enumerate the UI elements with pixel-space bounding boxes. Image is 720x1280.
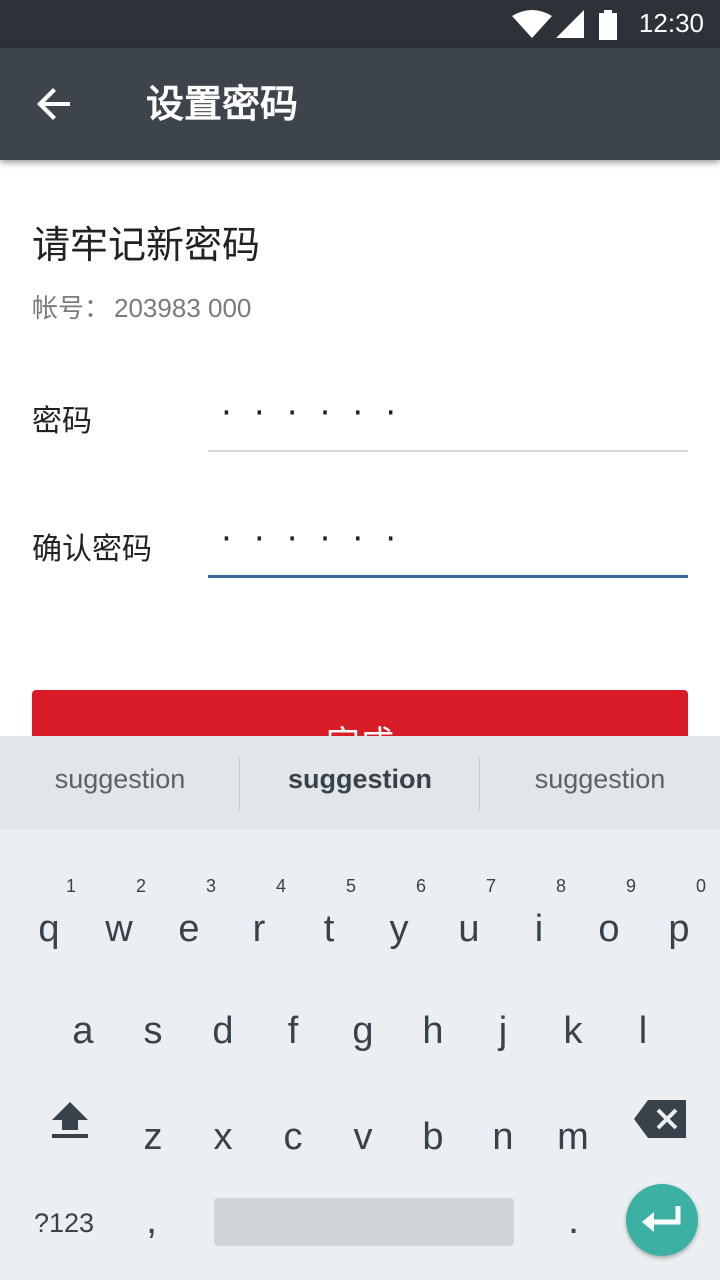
- key-d[interactable]: d: [188, 976, 258, 1072]
- arrow-left-icon[interactable]: [30, 80, 78, 128]
- key-label: b: [422, 1116, 444, 1158]
- key-e[interactable]: 3e: [154, 872, 224, 968]
- key-h[interactable]: h: [398, 976, 468, 1072]
- key-u[interactable]: 7u: [434, 872, 504, 968]
- key-label: p: [668, 908, 690, 950]
- suggestion-left[interactable]: suggestion: [0, 764, 240, 795]
- status-bar: 12:30: [0, 0, 720, 48]
- soft-keyboard: suggestion suggestion suggestion 1q2w3e4…: [0, 736, 720, 1280]
- key-o[interactable]: 9o: [574, 872, 644, 968]
- key-k[interactable]: k: [538, 976, 608, 1072]
- enter-button[interactable]: [626, 1184, 698, 1256]
- key-label: o: [598, 908, 620, 950]
- comma-key[interactable]: ,: [146, 1198, 157, 1243]
- key-label: h: [422, 1010, 444, 1052]
- period-key[interactable]: .: [568, 1198, 579, 1243]
- key-hint: 5: [345, 876, 356, 896]
- key-label: a: [72, 1010, 94, 1052]
- key-y[interactable]: 6y: [364, 872, 434, 968]
- key-label: q: [38, 908, 60, 950]
- key-z[interactable]: z: [118, 1080, 188, 1176]
- key-label: e: [178, 908, 200, 950]
- status-time: 12:30: [638, 8, 704, 38]
- key-label: g: [352, 1010, 374, 1052]
- key-q[interactable]: 1q: [14, 872, 84, 968]
- key-g[interactable]: g: [328, 976, 398, 1072]
- key-label: k: [563, 1010, 583, 1052]
- key-label: n: [492, 1116, 514, 1158]
- account-info: 帐号： 203983 000: [32, 288, 251, 325]
- key-i[interactable]: 8i: [504, 872, 574, 968]
- key-v[interactable]: v: [328, 1080, 398, 1176]
- confirm-password-field[interactable]: ······: [208, 518, 688, 578]
- key-label: v: [353, 1116, 373, 1158]
- instruction-heading: 请牢记新密码: [32, 223, 261, 267]
- key-hint: 3: [205, 876, 216, 896]
- key-r[interactable]: 4r: [224, 872, 294, 968]
- key-label: d: [212, 1010, 234, 1052]
- key-hint: 2: [135, 876, 146, 896]
- page-title: 设置密码: [146, 82, 299, 126]
- suggestion-right[interactable]: suggestion: [480, 764, 720, 795]
- key-hint: 1: [65, 876, 76, 896]
- key-label: f: [287, 1010, 299, 1052]
- key-hint: 0: [695, 876, 706, 896]
- suggestion-middle[interactable]: suggestion: [240, 764, 480, 795]
- key-b[interactable]: b: [398, 1080, 468, 1176]
- key-hint: 9: [625, 876, 636, 896]
- key-label: j: [498, 1010, 508, 1052]
- confirm-password-value: ······: [218, 522, 416, 555]
- key-label: l: [638, 1010, 648, 1052]
- key-label: y: [389, 908, 409, 950]
- key-label: t: [323, 908, 335, 950]
- symbols-key[interactable]: ?123: [34, 1208, 94, 1239]
- key-label: m: [557, 1116, 589, 1158]
- wifi-icon: [512, 10, 552, 38]
- password-value: ······: [218, 396, 416, 429]
- key-l[interactable]: l: [608, 976, 678, 1072]
- key-a[interactable]: a: [48, 976, 118, 1072]
- key-x[interactable]: x: [188, 1080, 258, 1176]
- key-n[interactable]: n: [468, 1080, 538, 1176]
- key-p[interactable]: 0p: [644, 872, 714, 968]
- backspace-icon[interactable]: [634, 1100, 686, 1138]
- key-hint: 6: [415, 876, 426, 896]
- key-f[interactable]: f: [258, 976, 328, 1072]
- key-t[interactable]: 5t: [294, 872, 364, 968]
- password-label: 密码: [32, 404, 92, 439]
- key-label: s: [143, 1010, 163, 1052]
- key-hint: 4: [275, 876, 286, 896]
- suggestion-bar: suggestion suggestion suggestion: [0, 736, 720, 830]
- key-label: r: [252, 908, 266, 950]
- app-bar: 设置密码: [0, 48, 720, 160]
- key-hint: 7: [485, 876, 496, 896]
- key-label: x: [213, 1116, 233, 1158]
- key-label: i: [534, 908, 544, 950]
- key-label: u: [458, 908, 480, 950]
- key-label: w: [105, 908, 133, 950]
- battery-icon: [599, 10, 617, 40]
- signal-icon: [556, 10, 584, 38]
- password-field[interactable]: ······: [208, 392, 688, 452]
- shift-icon[interactable]: [50, 1100, 90, 1140]
- key-w[interactable]: 2w: [84, 872, 154, 968]
- confirm-password-label: 确认密码: [32, 532, 152, 567]
- key-label: z: [143, 1116, 163, 1158]
- enter-icon: [642, 1206, 681, 1232]
- key-label: c: [283, 1116, 303, 1158]
- key-j[interactable]: j: [468, 976, 538, 1072]
- account-value: 203983 000: [114, 293, 252, 323]
- account-label: 帐号：: [32, 293, 111, 323]
- space-bar[interactable]: [214, 1198, 514, 1246]
- key-hint: 8: [555, 876, 566, 896]
- key-m[interactable]: m: [538, 1080, 608, 1176]
- key-s[interactable]: s: [118, 976, 188, 1072]
- key-c[interactable]: c: [258, 1080, 328, 1176]
